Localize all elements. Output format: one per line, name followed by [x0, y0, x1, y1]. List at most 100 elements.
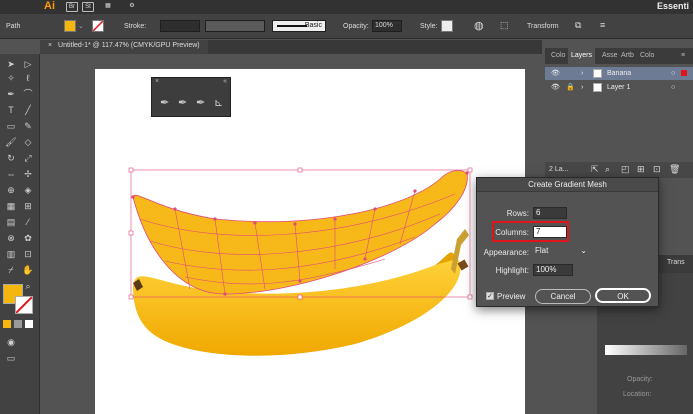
expand-icon[interactable]: ›: [581, 81, 583, 94]
document-title: Untitled-1* @ 117.47% (CMYK/GPU Preview): [58, 42, 200, 49]
workspace-switcher[interactable]: Essenti: [657, 1, 689, 11]
preview-checkbox[interactable]: ✓: [486, 292, 494, 300]
pencil-tool-icon[interactable]: ✎: [22, 120, 34, 132]
shape-builder-icon[interactable]: ⊕: [5, 184, 17, 196]
tab-color[interactable]: Colo: [551, 48, 565, 64]
transform-button[interactable]: Transform: [527, 23, 559, 30]
collapse-flyout-icon[interactable]: «: [223, 78, 227, 85]
eyedropper-icon[interactable]: ⁄: [22, 216, 34, 228]
visibility-icon[interactable]: 👁: [551, 81, 560, 94]
ok-button[interactable]: OK: [595, 288, 651, 303]
opacity-field[interactable]: 100%: [372, 20, 402, 32]
locate-object-icon[interactable]: ⌕: [605, 164, 610, 175]
highlight-input[interactable]: 100%: [533, 264, 573, 276]
highlight-label: Highlight:: [495, 266, 529, 275]
fill-dropdown-icon[interactable]: ⌄: [78, 22, 84, 30]
artboard-tool-icon[interactable]: ⊡: [22, 248, 34, 260]
expand-icon[interactable]: ›: [581, 67, 583, 80]
delete-anchor-point-icon[interactable]: ✒: [196, 96, 205, 109]
bridge-button[interactable]: Br: [66, 2, 78, 12]
stroke-swatch[interactable]: [92, 20, 104, 32]
target-icon[interactable]: ○: [671, 81, 675, 94]
layer-row[interactable]: 👁 🔒 › Layer 1 ○: [545, 81, 693, 94]
fill-swatch[interactable]: [64, 20, 76, 32]
column-graph-icon[interactable]: ▥: [5, 248, 17, 260]
scale-tool-icon[interactable]: ⤢: [22, 152, 34, 164]
artboard[interactable]: [95, 69, 525, 414]
draw-mode-icon[interactable]: ◉: [5, 336, 17, 348]
tab-asset-export[interactable]: Asse: [602, 48, 618, 64]
align-icon[interactable]: ⬚: [500, 20, 509, 31]
gradient-mode-icon[interactable]: [14, 320, 22, 328]
close-flyout-icon[interactable]: ×: [155, 78, 159, 85]
layer-count: 2 La...: [549, 166, 569, 173]
lock-icon[interactable]: 🔒: [566, 81, 575, 94]
chevron-down-icon: ⌄: [580, 246, 587, 255]
document-tab[interactable]: × Untitled-1* @ 117.47% (CMYK/GPU Previe…: [40, 40, 208, 54]
tab-color-guide[interactable]: Colo: [640, 48, 654, 64]
pen-tool-icon[interactable]: ✒: [5, 88, 17, 100]
gradient-slider[interactable]: [605, 345, 687, 355]
color-mode-icon[interactable]: [3, 320, 11, 328]
none-mode-icon[interactable]: [25, 320, 33, 328]
close-tab-icon[interactable]: ×: [48, 42, 52, 49]
cancel-button[interactable]: Cancel: [535, 289, 591, 304]
eraser-tool-icon[interactable]: ◇: [22, 136, 34, 148]
appearance-select[interactable]: Flat ⌄: [533, 246, 589, 258]
width-tool-icon[interactable]: ⇔: [5, 168, 17, 180]
mesh-tool-icon[interactable]: ⊞: [22, 200, 34, 212]
isolate-icon[interactable]: ⧉: [575, 20, 581, 31]
new-layer-icon[interactable]: ⊡: [653, 164, 661, 175]
blend-tool-icon[interactable]: ⊗: [5, 232, 17, 244]
line-segment-tool-icon[interactable]: ╱: [22, 104, 34, 116]
puppet-warp-icon[interactable]: ✢: [22, 168, 34, 180]
columns-highlight: [492, 221, 569, 242]
preview-label: Preview: [497, 292, 526, 301]
selection-tool-icon[interactable]: ➤: [5, 58, 17, 70]
type-tool-icon[interactable]: T: [5, 104, 17, 116]
magic-wand-icon[interactable]: ✧: [5, 72, 17, 84]
canvas[interactable]: [40, 54, 542, 414]
screen-mode-icon[interactable]: ▭: [5, 352, 17, 364]
tab-layers[interactable]: Layers: [568, 48, 596, 64]
new-sublayer-icon[interactable]: ⊞: [637, 164, 645, 175]
paintbrush-tool-icon[interactable]: 🖌: [5, 136, 17, 148]
rectangle-tool-icon[interactable]: ▭: [5, 120, 17, 132]
graphic-style-swatch[interactable]: [441, 20, 453, 32]
zoom-tool-icon[interactable]: ⌕: [22, 280, 34, 292]
stroke-color-box[interactable]: [15, 296, 33, 314]
menu-icon[interactable]: ≡: [600, 20, 605, 30]
direct-selection-tool-icon[interactable]: ▷: [22, 58, 34, 70]
illustrator-logo: Ai: [44, 0, 55, 12]
delete-layer-icon[interactable]: 🗑: [669, 164, 680, 175]
variable-width-profile[interactable]: [205, 20, 265, 32]
anchor-point-tool-icon[interactable]: ⊾: [214, 96, 223, 109]
tab-artboards[interactable]: Artb: [621, 48, 634, 64]
stroke-weight-field[interactable]: [160, 20, 200, 32]
gpu-performance-icon[interactable]: ⚙: [126, 2, 138, 12]
hand-tool-icon[interactable]: ✋: [22, 264, 34, 276]
visibility-icon[interactable]: 👁: [551, 67, 560, 80]
arrange-documents-icon[interactable]: ▦: [100, 2, 116, 12]
rotate-tool-icon[interactable]: ↻: [5, 152, 17, 164]
artwork: [128, 167, 473, 356]
add-anchor-point-icon[interactable]: ✒: [178, 96, 187, 109]
clipping-mask-icon[interactable]: ◰: [621, 164, 630, 175]
perspective-grid-icon[interactable]: ▦: [5, 200, 17, 212]
stock-button[interactable]: St: [82, 2, 94, 12]
symbol-sprayer-icon[interactable]: ✿: [22, 232, 34, 244]
lasso-icon[interactable]: ℓ: [22, 72, 34, 84]
brush-definition[interactable]: Basic: [272, 20, 326, 32]
layer-row[interactable]: 👁 › Banana ○: [545, 67, 693, 80]
rows-input[interactable]: 6: [533, 207, 567, 219]
gradient-tool-icon[interactable]: ▤: [5, 216, 17, 228]
export-icon[interactable]: ⇱: [591, 164, 599, 175]
panel-menu-icon[interactable]: ≡: [681, 48, 685, 64]
curvature-tool-icon[interactable]: ⌒: [22, 88, 34, 100]
target-icon[interactable]: ○: [671, 67, 675, 80]
pen-tool-icon[interactable]: ✒: [160, 96, 169, 109]
recolor-artwork-icon[interactable]: ◍: [474, 19, 484, 32]
tab-transform[interactable]: Trans: [667, 259, 685, 266]
live-paint-icon[interactable]: ◈: [22, 184, 34, 196]
slice-tool-icon[interactable]: ⌿: [5, 264, 17, 276]
